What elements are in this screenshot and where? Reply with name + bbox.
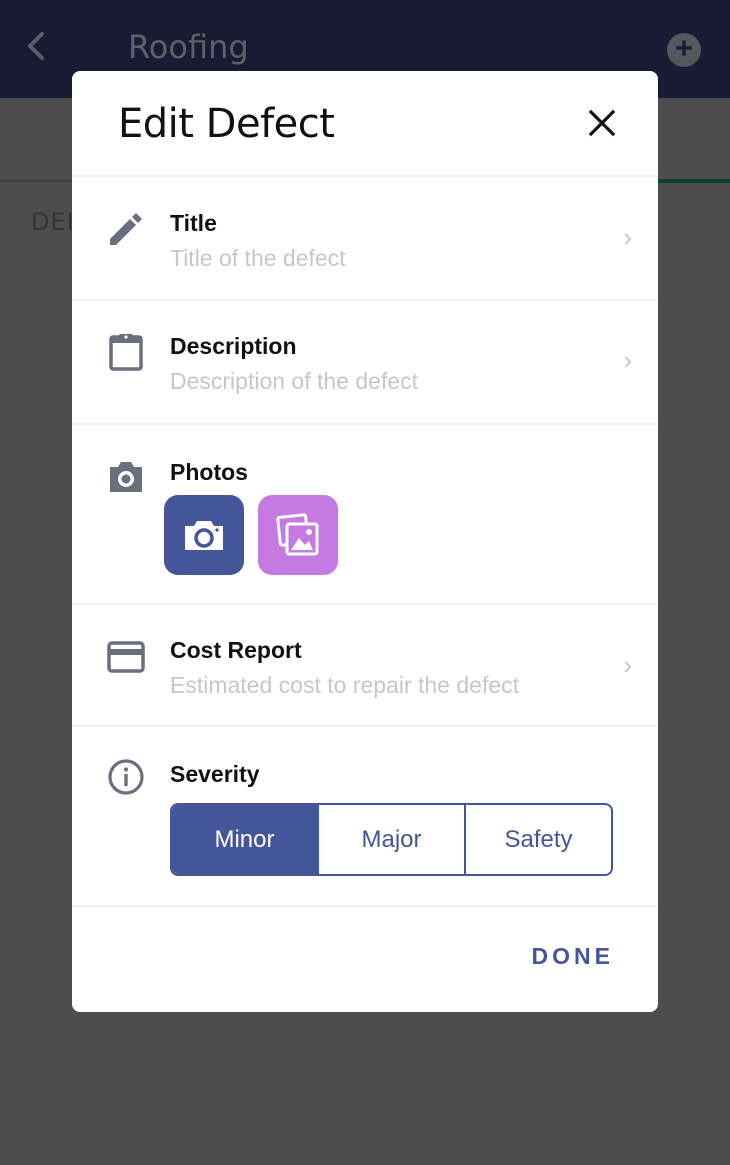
plus-circle-icon: +	[675, 32, 693, 65]
severity-option-major[interactable]: Major	[319, 805, 466, 874]
dialog-header: Edit Defect	[72, 71, 658, 177]
chevron-right-icon: ›	[623, 222, 632, 252]
photos-row: Photos	[72, 425, 658, 605]
close-button[interactable]	[586, 107, 618, 139]
pencil-icon	[106, 209, 146, 249]
dialog-title: Edit Defect	[118, 101, 335, 147]
chevron-right-icon: ›	[623, 650, 632, 680]
photos-label: Photos	[170, 459, 248, 485]
edit-defect-dialog: Edit Defect Title Title of the defect › …	[72, 71, 658, 1012]
severity-option-safety[interactable]: Safety	[466, 805, 611, 874]
title-label: Title	[170, 210, 217, 236]
severity-selector: Minor Major Safety	[170, 803, 613, 876]
camera-icon	[106, 457, 146, 497]
cost-report-placeholder: Estimated cost to repair the defect	[170, 672, 520, 698]
chevron-right-icon: ›	[623, 345, 632, 375]
severity-label: Severity	[170, 761, 260, 787]
done-button[interactable]: DONE	[532, 943, 614, 970]
camera-icon	[185, 521, 223, 550]
title-row[interactable]: Title Title of the defect ›	[72, 177, 658, 301]
gallery-icon	[276, 513, 319, 556]
chevron-left-icon	[27, 32, 44, 60]
tab-indicator	[650, 179, 730, 183]
take-photo-button[interactable]	[164, 495, 244, 575]
clipboard-icon	[106, 331, 146, 371]
description-label: Description	[170, 333, 297, 359]
severity-row: Severity Minor Major Safety	[72, 727, 658, 907]
description-placeholder: Description of the defect	[170, 368, 419, 394]
back-button[interactable]	[22, 26, 52, 66]
info-icon	[106, 757, 146, 797]
cost-report-row[interactable]: Cost Report Estimated cost to repair the…	[72, 605, 658, 727]
severity-option-minor[interactable]: Minor	[172, 805, 319, 874]
close-icon	[588, 109, 616, 137]
background-section-label: DEI	[31, 208, 75, 236]
description-row[interactable]: Description Description of the defect ›	[72, 301, 658, 425]
credit-card-icon	[106, 637, 146, 677]
app-title: Roofing	[128, 28, 249, 66]
title-placeholder: Title of the defect	[170, 245, 346, 271]
add-button[interactable]: +	[667, 33, 701, 67]
gallery-button[interactable]	[258, 495, 338, 575]
cost-report-label: Cost Report	[170, 637, 302, 663]
